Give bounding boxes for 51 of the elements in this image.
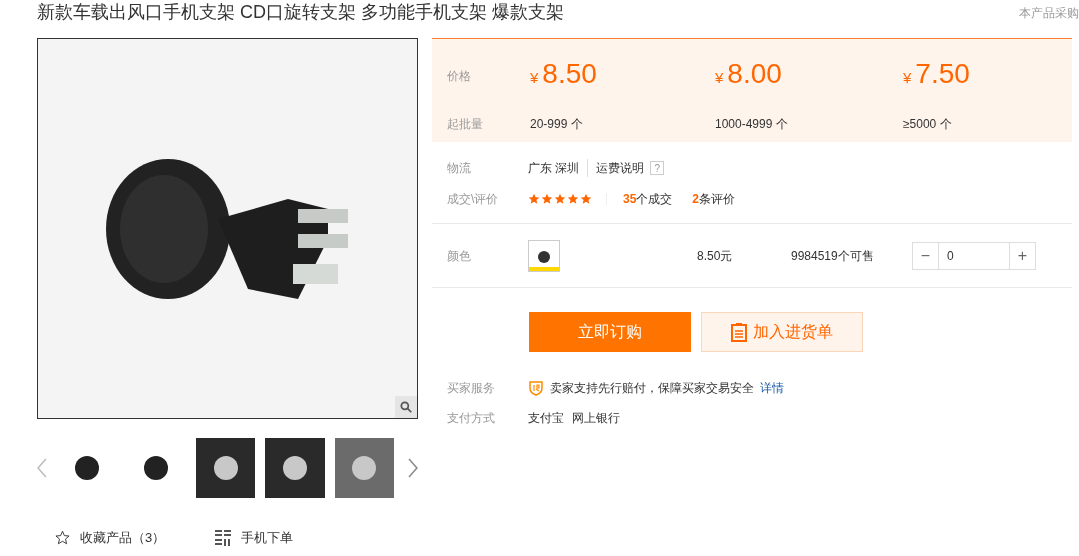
thumbnail-photo[interactable] — [195, 438, 256, 498]
price-value: 8.00 — [727, 57, 782, 91]
quantity-field[interactable]: 0 — [939, 241, 1009, 270]
thumbnail-photo[interactable] — [265, 438, 325, 498]
review-count: 2 — [692, 191, 700, 208]
price-label: 价格 — [447, 68, 472, 85]
details-link[interactable]: 详情 — [760, 379, 784, 397]
shipping-link[interactable]: 运费说明 — [588, 159, 645, 177]
quantity-label: 起批量 — [447, 115, 484, 133]
location-text: 广东 深圳 — [528, 159, 589, 177]
increase-button[interactable]: + — [1009, 241, 1036, 270]
quantity-range: 1000-4999 个 — [715, 115, 789, 133]
quantity-range: ≥5000 个 — [903, 115, 953, 133]
action-link[interactable]: 收藏产品（3） — [80, 528, 166, 548]
action-link[interactable]: 手机下单 — [241, 528, 294, 548]
star-icon — [541, 193, 553, 205]
star-icon — [528, 193, 540, 205]
logistics-label: 物流 — [447, 160, 472, 177]
chevron-right-icon[interactable] — [408, 458, 418, 478]
deal-count: 35 — [623, 191, 637, 208]
review-text: 条评价 — [699, 191, 736, 208]
star-outline-icon — [55, 530, 70, 546]
product-title: 新款车载出风口手机支架 CD口旋转支架 多功能手机支架 爆款支架 — [37, 1, 564, 23]
payment-method: 支付宝 — [528, 410, 564, 427]
service-label: 买家服务 — [447, 380, 496, 397]
decrease-button[interactable]: − — [912, 241, 939, 270]
search-icon — [399, 400, 413, 414]
deals-label: 成交\评价 — [447, 191, 500, 208]
price-value: 7.50 — [915, 57, 970, 91]
currency-symbol: ¥ — [903, 68, 912, 88]
price-value: 8.50 — [542, 57, 597, 91]
payment-method: 网上银行 — [572, 410, 620, 427]
qr-code-icon — [215, 529, 232, 546]
service-text: 卖家支持先行赔付，保障买家交易安全 — [550, 380, 754, 397]
thumbnail-photo[interactable] — [334, 438, 395, 498]
unit-price: 8.50元 — [697, 247, 734, 265]
color-label: 颜色 — [447, 247, 472, 265]
zoom-button[interactable] — [395, 396, 417, 418]
shield-icon — [528, 380, 544, 396]
currency-symbol: ¥ — [715, 68, 724, 88]
star-icon — [554, 193, 566, 205]
corner-text: 本产品采购 — [1019, 5, 1079, 22]
color-option-photo[interactable] — [528, 239, 560, 272]
payment-label: 支付方式 — [447, 410, 496, 427]
quantity-range: 20-999 个 — [530, 115, 584, 133]
star-icon — [580, 193, 592, 205]
currency-symbol: ¥ — [530, 68, 539, 88]
stock-text: 9984519个可售 — [791, 247, 875, 265]
clipboard-icon — [731, 322, 747, 342]
star-icon — [567, 193, 579, 205]
deal-text: 个成交 — [636, 191, 673, 208]
